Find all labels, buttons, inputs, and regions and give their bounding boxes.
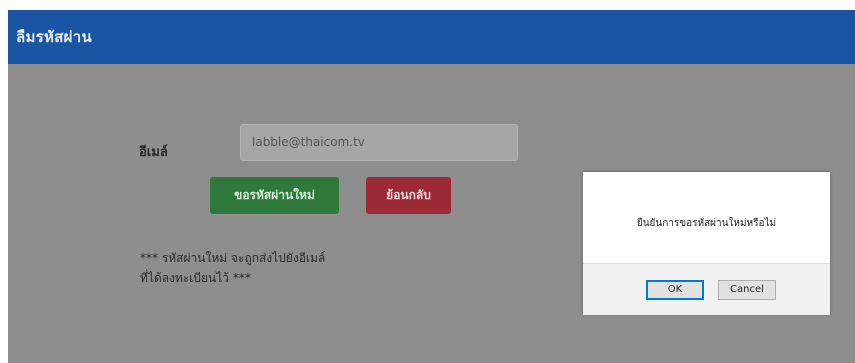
- ok-button[interactable]: OK: [646, 280, 704, 300]
- note-line-1: *** รหัสผ่านใหม่ จะถูกส่งไปยังอีเมล์: [140, 251, 326, 265]
- back-button[interactable]: ย้อนกลับ: [366, 177, 451, 214]
- request-new-password-button[interactable]: ขอรหัสผ่านใหม่: [210, 177, 339, 214]
- confirm-dialog: ยืนยันการขอรหัสผ่านใหม่หรือไม่ OK Cancel: [583, 172, 830, 315]
- email-input[interactable]: labble@thaicom.tv: [240, 124, 518, 161]
- dialog-footer: OK Cancel: [583, 263, 830, 315]
- info-note: *** รหัสผ่านใหม่ จะถูกส่งไปยังอีเมล์ ที่…: [140, 248, 410, 288]
- page-title: ลืมรหัสผ่าน: [16, 28, 93, 46]
- title-bar: ลืมรหัสผ่าน: [8, 10, 855, 64]
- note-line-2: ที่ได้ลงทะเบียนไว้ ***: [140, 271, 251, 285]
- cancel-button[interactable]: Cancel: [718, 280, 776, 300]
- dialog-message: ยืนยันการขอรหัสผ่านใหม่หรือไม่: [636, 218, 777, 229]
- email-label: อีเมล์: [139, 145, 168, 160]
